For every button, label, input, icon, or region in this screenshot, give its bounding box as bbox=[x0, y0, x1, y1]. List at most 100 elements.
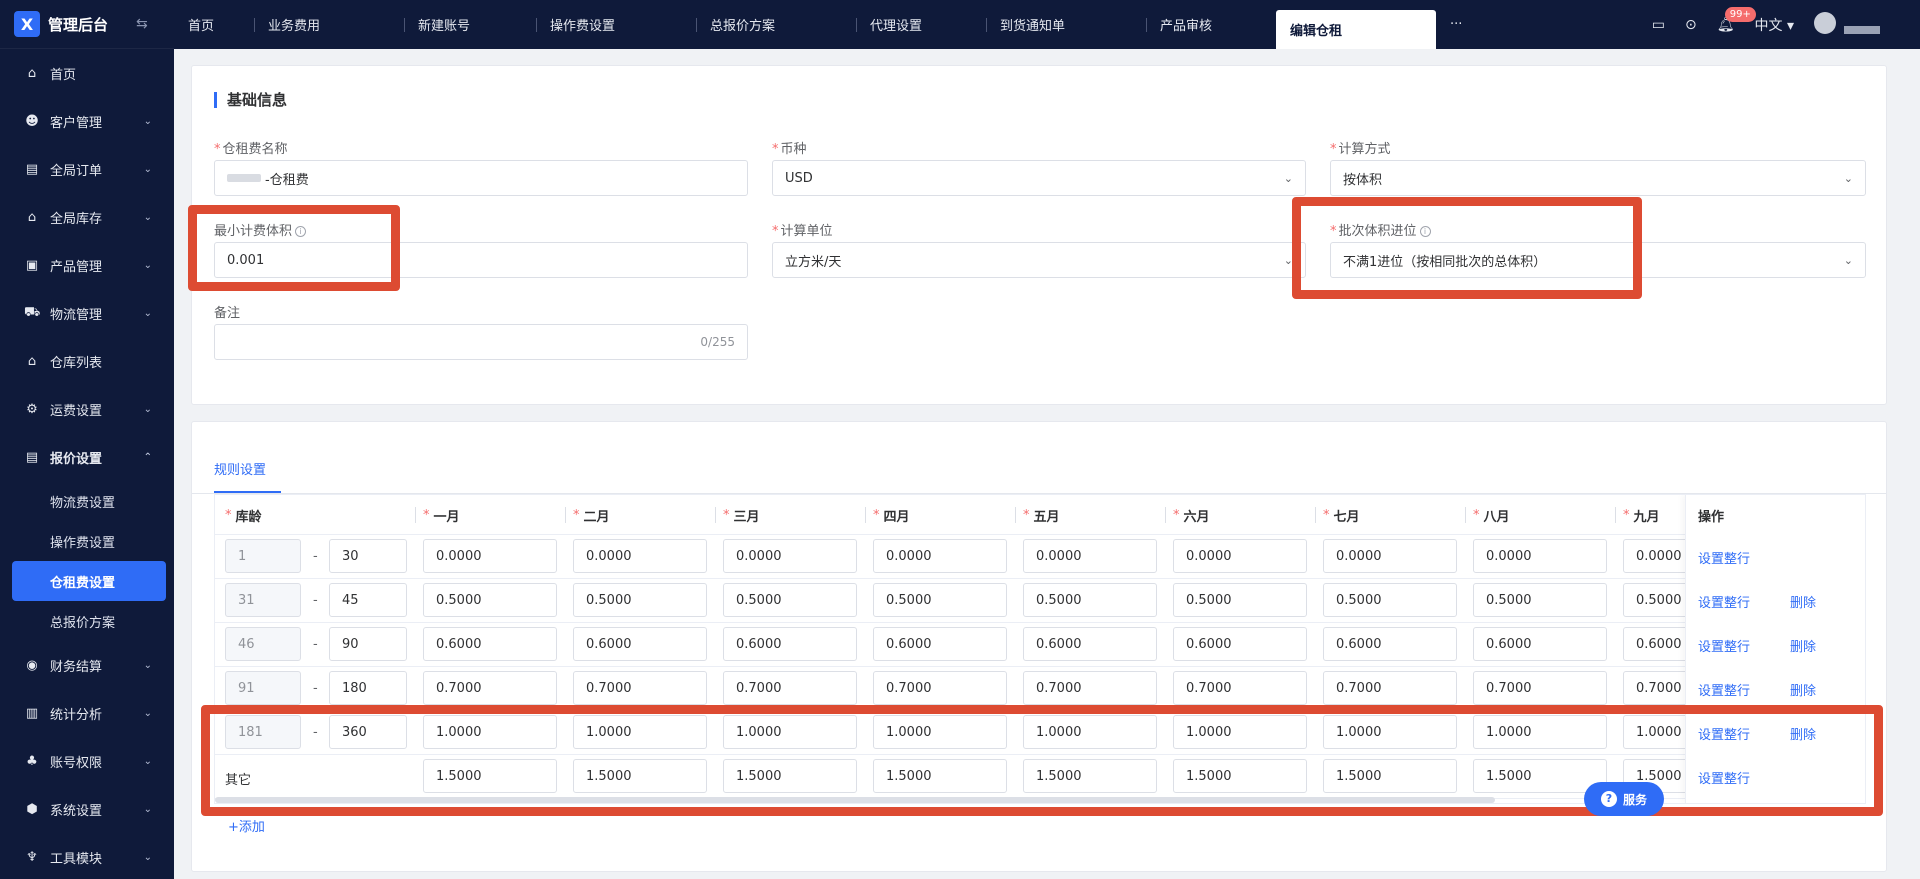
age-to-input[interactable]: 30 bbox=[329, 539, 407, 573]
tab-item[interactable]: 操作费设置 bbox=[536, 0, 696, 49]
min-volume-input[interactable]: 0.001 bbox=[214, 242, 748, 278]
price-input[interactable]: 1.0000 bbox=[573, 715, 707, 749]
price-input[interactable]: 1.0000 bbox=[1473, 715, 1607, 749]
price-input[interactable]: 1.0000 bbox=[873, 715, 1007, 749]
horizontal-scrollbar[interactable] bbox=[215, 797, 1495, 803]
sidebar-item[interactable]: ▥ 统计分析 ⌄ bbox=[0, 689, 174, 737]
delete-row-link[interactable]: 删除 bbox=[1790, 724, 1816, 743]
price-input[interactable]: 1.0000 bbox=[723, 715, 857, 749]
add-row-link[interactable]: +添加 bbox=[228, 816, 265, 835]
price-input[interactable]: 0.0000 bbox=[1323, 539, 1457, 573]
tab-item[interactable]: 首页 bbox=[174, 0, 254, 49]
sidebar-item[interactable]: ⌂ 首页 bbox=[0, 49, 174, 97]
age-to-input[interactable]: 180 bbox=[329, 671, 407, 705]
unit-select[interactable]: 立方米/天 ⌄ bbox=[772, 242, 1306, 278]
price-input[interactable]: 1.5000 bbox=[423, 759, 557, 793]
sidebar-subitem[interactable]: 总报价方案 bbox=[0, 601, 174, 641]
price-input[interactable]: 0.6000 bbox=[1473, 627, 1607, 661]
sidebar-subitem[interactable]: 操作费设置 bbox=[0, 521, 174, 561]
tab-item[interactable]: 新建账号 bbox=[404, 0, 536, 49]
price-input[interactable]: 1.0000 bbox=[1323, 715, 1457, 749]
price-input[interactable]: 0.5000 bbox=[723, 583, 857, 617]
price-input[interactable]: 0.6000 bbox=[723, 627, 857, 661]
bell-icon[interactable]: 🔔︎ 99+ bbox=[1717, 6, 1756, 33]
sidebar-item[interactable]: ◉ 财务结算 ⌄ bbox=[0, 641, 174, 689]
delete-row-link[interactable]: 删除 bbox=[1790, 636, 1816, 655]
sidebar-item[interactable]: ▤ 报价设置 ⌃ bbox=[0, 433, 174, 481]
age-to-input[interactable]: 45 bbox=[329, 583, 407, 617]
tab-item[interactable]: 产品审核 bbox=[1146, 0, 1276, 49]
price-input[interactable]: 1.0000 bbox=[1023, 715, 1157, 749]
price-input[interactable]: 0.6000 bbox=[573, 627, 707, 661]
price-input[interactable]: 0.0000 bbox=[1173, 539, 1307, 573]
download-icon[interactable]: ⊙ bbox=[1685, 17, 1697, 33]
price-input[interactable]: 0.5000 bbox=[573, 583, 707, 617]
sidebar-item[interactable]: ⌂ 全局库存 ⌄ bbox=[0, 193, 174, 241]
tab-item[interactable]: 编辑仓租 bbox=[1276, 10, 1436, 49]
price-input[interactable]: 1.5000 bbox=[1023, 759, 1157, 793]
set-row-link[interactable]: 设置整行 bbox=[1698, 680, 1750, 699]
tab-item[interactable]: 总报价方案 bbox=[696, 0, 856, 49]
price-input[interactable]: 0.7000 bbox=[573, 671, 707, 705]
tab-item[interactable]: 到货通知单 bbox=[986, 0, 1146, 49]
tab-item[interactable]: 代理设置 bbox=[856, 0, 986, 49]
price-input[interactable]: 1.0000 bbox=[1173, 715, 1307, 749]
price-input[interactable]: 1.5000 bbox=[873, 759, 1007, 793]
tab-item[interactable]: 业务费用 bbox=[254, 0, 404, 49]
delete-row-link[interactable]: 删除 bbox=[1790, 592, 1816, 611]
price-input[interactable]: 0.5000 bbox=[1173, 583, 1307, 617]
price-input[interactable]: 0.6000 bbox=[873, 627, 1007, 661]
sidebar-item[interactable]: ⬢ 系统设置 ⌄ bbox=[0, 785, 174, 833]
set-row-link[interactable]: 设置整行 bbox=[1698, 592, 1750, 611]
price-input[interactable]: 1.5000 bbox=[723, 759, 857, 793]
sidebar-item[interactable]: ⌂ 仓库列表 bbox=[0, 337, 174, 385]
calc-method-select[interactable]: 按体积 ⌄ bbox=[1330, 160, 1866, 196]
sidebar-item[interactable]: ⚙ 运费设置 ⌄ bbox=[0, 385, 174, 433]
age-to-input[interactable]: 360 bbox=[329, 715, 407, 749]
price-input[interactable]: 0.0000 bbox=[573, 539, 707, 573]
message-icon[interactable]: ▭ bbox=[1652, 17, 1665, 33]
price-input[interactable]: 0.7000 bbox=[723, 671, 857, 705]
age-to-input[interactable]: 90 bbox=[329, 627, 407, 661]
price-input[interactable]: 0.7000 bbox=[1173, 671, 1307, 705]
sidebar-subitem[interactable]: 仓租费设置 bbox=[12, 561, 166, 601]
price-input[interactable]: 1.5000 bbox=[1323, 759, 1457, 793]
currency-select[interactable]: USD ⌄ bbox=[772, 160, 1306, 196]
user-menu[interactable] bbox=[1814, 11, 1880, 38]
more-tabs-icon[interactable]: ··· bbox=[1436, 0, 1476, 49]
price-input[interactable]: 0.5000 bbox=[1023, 583, 1157, 617]
price-input[interactable]: 0.7000 bbox=[1023, 671, 1157, 705]
price-input[interactable]: 1.0000 bbox=[423, 715, 557, 749]
price-input[interactable]: 0.7000 bbox=[873, 671, 1007, 705]
sidebar-item[interactable]: ☻ 客户管理 ⌄ bbox=[0, 97, 174, 145]
sidebar-item[interactable]: ▣ 产品管理 ⌄ bbox=[0, 241, 174, 289]
price-input[interactable]: 0.0000 bbox=[723, 539, 857, 573]
price-input[interactable]: 0.6000 bbox=[1173, 627, 1307, 661]
price-input[interactable]: 0.7000 bbox=[423, 671, 557, 705]
price-input[interactable]: 0.0000 bbox=[423, 539, 557, 573]
price-input[interactable]: 1.5000 bbox=[573, 759, 707, 793]
service-button[interactable]: ? 服务 bbox=[1584, 782, 1664, 816]
batch-rounding-select[interactable]: 不满1进位（按相同批次的总体积） ⌄ bbox=[1330, 242, 1866, 278]
delete-row-link[interactable]: 删除 bbox=[1790, 680, 1816, 699]
price-input[interactable]: 0.5000 bbox=[423, 583, 557, 617]
set-row-link[interactable]: 设置整行 bbox=[1698, 636, 1750, 655]
price-input[interactable]: 1.5000 bbox=[1173, 759, 1307, 793]
price-input[interactable]: 0.0000 bbox=[1473, 539, 1607, 573]
price-input[interactable]: 0.6000 bbox=[423, 627, 557, 661]
price-input[interactable]: 0.7000 bbox=[1473, 671, 1607, 705]
name-input[interactable]: -仓租费 bbox=[214, 160, 748, 196]
set-row-link[interactable]: 设置整行 bbox=[1698, 724, 1750, 743]
price-input[interactable]: 0.7000 bbox=[1323, 671, 1457, 705]
set-row-link[interactable]: 设置整行 bbox=[1698, 768, 1750, 787]
price-input[interactable]: 0.5000 bbox=[1323, 583, 1457, 617]
price-input[interactable]: 0.0000 bbox=[873, 539, 1007, 573]
sidebar-subitem[interactable]: 物流费设置 bbox=[0, 481, 174, 521]
sidebar-item[interactable]: ♆ 工具模块 ⌄ bbox=[0, 833, 174, 879]
sidebar-item[interactable]: ▤ 全局订单 ⌄ bbox=[0, 145, 174, 193]
price-input[interactable]: 0.6000 bbox=[1023, 627, 1157, 661]
sidebar-item[interactable]: ♣ 账号权限 ⌄ bbox=[0, 737, 174, 785]
price-input[interactable]: 0.0000 bbox=[1023, 539, 1157, 573]
set-row-link[interactable]: 设置整行 bbox=[1698, 548, 1750, 567]
sidebar-item[interactable]: ⛟ 物流管理 ⌄ bbox=[0, 289, 174, 337]
